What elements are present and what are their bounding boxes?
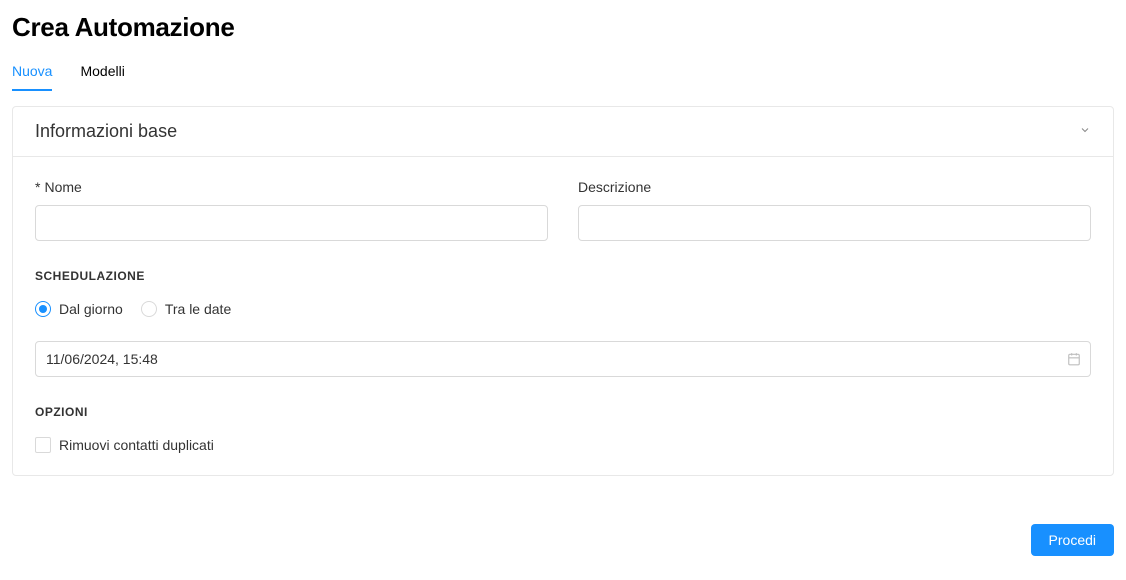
date-input-wrapper <box>35 341 1091 377</box>
scheduling-section-label: SCHEDULAZIONE <box>35 269 1091 283</box>
radio-dot <box>39 305 47 313</box>
date-input[interactable] <box>35 341 1091 377</box>
options-section-label: OPZIONI <box>35 405 1091 419</box>
description-label: Descrizione <box>578 179 1091 195</box>
radio-dal-giorno[interactable]: Dal giorno <box>35 301 123 317</box>
page-title: Crea Automazione <box>12 12 1114 43</box>
name-label: *Nome <box>35 179 548 195</box>
checkbox-box <box>35 437 51 453</box>
description-input[interactable] <box>578 205 1091 241</box>
required-asterisk: * <box>35 179 40 195</box>
radio-tra-le-date[interactable]: Tra le date <box>141 301 231 317</box>
tabs: Nuova Modelli <box>12 63 1114 92</box>
radio-circle-checked <box>35 301 51 317</box>
remove-duplicates-label: Rimuovi contatti duplicati <box>59 437 214 453</box>
tab-nuova[interactable]: Nuova <box>12 63 52 91</box>
scheduling-radio-group: Dal giorno Tra le date <box>35 301 1091 317</box>
radio-label-dal-giorno: Dal giorno <box>59 301 123 317</box>
name-label-text: Nome <box>44 179 81 195</box>
basic-info-panel: Informazioni base *Nome Descrizione SCHE… <box>12 106 1114 476</box>
panel-header[interactable]: Informazioni base <box>13 107 1113 157</box>
panel-title-text: Informazioni base <box>35 121 177 142</box>
radio-circle-unchecked <box>141 301 157 317</box>
remove-duplicates-checkbox[interactable]: Rimuovi contatti duplicati <box>35 437 1091 453</box>
proceed-button[interactable]: Procedi <box>1031 524 1114 556</box>
footer: Procedi <box>12 524 1114 556</box>
radio-label-tra-le-date: Tra le date <box>165 301 231 317</box>
form-group-description: Descrizione <box>578 179 1091 241</box>
panel-body: *Nome Descrizione SCHEDULAZIONE Dal gior… <box>13 157 1113 475</box>
chevron-down-icon <box>1079 123 1091 141</box>
name-input[interactable] <box>35 205 548 241</box>
form-group-name: *Nome <box>35 179 548 241</box>
form-row-basic: *Nome Descrizione <box>35 179 1091 241</box>
tab-modelli[interactable]: Modelli <box>80 63 124 91</box>
options-section: OPZIONI Rimuovi contatti duplicati <box>35 405 1091 453</box>
